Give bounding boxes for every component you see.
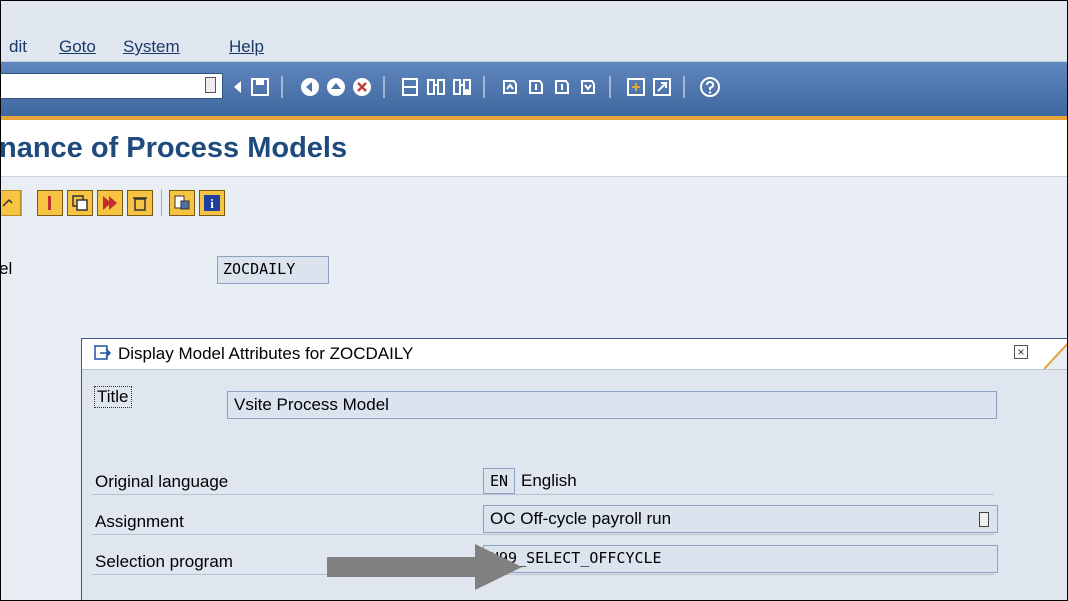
selection-program-field[interactable]: H99_SELECT_OFFCYCLE [483, 545, 998, 573]
print-icon[interactable] [399, 76, 421, 98]
language-name: English [521, 471, 577, 490]
assignment-label: Assignment [95, 512, 184, 531]
find-icon[interactable] [425, 76, 447, 98]
assignment-value: OC Off-cycle payroll run [490, 509, 672, 528]
selection-program-label: Selection program [95, 552, 233, 571]
create-icon[interactable] [37, 190, 63, 216]
menu-help[interactable]: Help [229, 37, 264, 57]
dialog-corner-accent [1043, 342, 1067, 369]
previous-page-icon[interactable] [525, 76, 547, 98]
sap-window: dit Goto System Help nance of Process Mo… [0, 0, 1068, 601]
exit-icon[interactable] [325, 76, 347, 98]
display-icon [94, 345, 112, 360]
menu-edit[interactable]: dit [9, 37, 27, 57]
process-model-label: el [0, 259, 13, 278]
close-icon[interactable]: × [1014, 345, 1028, 359]
shortcut-icon[interactable] [651, 76, 673, 98]
arrow-annotation-icon [327, 544, 522, 590]
dropdown-icon[interactable] [979, 512, 989, 527]
create-session-icon[interactable] [625, 76, 647, 98]
menu-bar: dit Goto System Help [1, 1, 1067, 62]
toolbar-separator [609, 76, 611, 98]
copy-icon[interactable] [67, 190, 93, 216]
dialog-title-bar: Display Model Attributes for ZOCDAILY × [82, 339, 1067, 370]
help-icon[interactable] [699, 76, 721, 98]
application-toolbar: i [1, 176, 1067, 230]
command-dropdown-icon[interactable] [205, 77, 216, 93]
menu-goto[interactable]: Goto [59, 37, 96, 57]
toolbar-separator [281, 76, 283, 98]
display-change-icon[interactable] [1, 190, 23, 216]
standard-toolbar [1, 62, 1067, 120]
first-page-icon[interactable] [499, 76, 521, 98]
other-object-icon[interactable] [169, 190, 195, 216]
next-page-icon[interactable] [551, 76, 573, 98]
page-title: nance of Process Models [0, 132, 348, 164]
delete-icon[interactable] [127, 190, 153, 216]
last-page-icon[interactable] [577, 76, 599, 98]
info-icon[interactable]: i [199, 190, 225, 216]
title-bar: nance of Process Models [1, 120, 1067, 176]
language-key-field[interactable]: EN [483, 468, 515, 494]
find-next-icon[interactable] [451, 76, 473, 98]
toolbar-separator [683, 76, 685, 98]
command-field[interactable] [1, 73, 223, 99]
model-attributes-dialog: Display Model Attributes for ZOCDAILY × … [81, 338, 1067, 600]
enter-icon[interactable] [227, 76, 249, 98]
toolbar-separator [483, 76, 485, 98]
assignment-dropdown[interactable]: OC Off-cycle payroll run [483, 505, 998, 533]
title-field[interactable]: Vsite Process Model [227, 391, 997, 419]
save-icon[interactable] [249, 76, 271, 98]
title-field-label: Title [94, 386, 132, 408]
toolbar-separator [161, 190, 162, 216]
execute-icon[interactable] [97, 190, 123, 216]
original-language-label: Original language [95, 472, 229, 491]
process-model-field[interactable]: ZOCDAILY [217, 256, 329, 284]
dialog-title: Display Model Attributes for ZOCDAILY [118, 344, 414, 363]
svg-text:i: i [210, 196, 214, 211]
toolbar-separator [383, 76, 385, 98]
cancel-icon[interactable] [351, 76, 373, 98]
back-icon[interactable] [299, 76, 321, 98]
menu-system[interactable]: System [123, 37, 180, 57]
